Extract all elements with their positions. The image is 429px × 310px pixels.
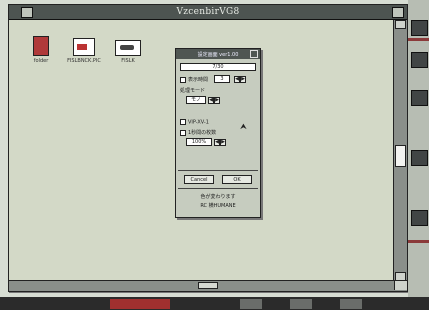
horizontal-scroll-thumb[interactable] xyxy=(198,282,218,289)
option-a-row[interactable]: VIP-XV-1 xyxy=(180,119,209,126)
option-b-checkbox[interactable] xyxy=(180,129,186,136)
horizontal-scrollbar[interactable] xyxy=(9,280,407,291)
bottom-taskbar xyxy=(0,297,429,310)
image-icon xyxy=(115,40,141,56)
side-divider xyxy=(408,38,429,41)
scroll-up-icon[interactable] xyxy=(395,20,406,29)
dialog-close-icon[interactable] xyxy=(250,50,258,58)
footer-line-2: RC 横HUMANE xyxy=(200,203,236,209)
right-arrow-icon[interactable]: ▶ xyxy=(240,76,246,83)
resize-handle-icon[interactable] xyxy=(394,281,407,290)
taskbar-icon[interactable] xyxy=(240,299,262,309)
field1-stepper[interactable]: ◀ ▶ xyxy=(234,75,248,83)
taskbar-icon[interactable] xyxy=(290,299,312,309)
field1-checkbox[interactable] xyxy=(180,76,186,83)
ok-button[interactable]: OK xyxy=(222,175,252,184)
side-app-icon[interactable] xyxy=(411,20,428,36)
option-b-value[interactable]: 100% xyxy=(186,138,212,146)
desktop-icon-label: FISLK xyxy=(121,58,135,64)
desktop-icon-label: folder xyxy=(33,58,49,64)
side-app-icon[interactable] xyxy=(411,150,428,166)
vertical-scroll-thumb[interactable] xyxy=(395,145,406,167)
field1-value[interactable]: 3 xyxy=(214,75,230,83)
taskbar-icon[interactable] xyxy=(340,299,362,309)
footer-line-1: 色が変わります xyxy=(200,194,236,200)
side-app-icon[interactable] xyxy=(411,52,428,68)
option-b-row[interactable]: 1秒間の枚数 xyxy=(180,129,216,136)
desktop-icon-label: FISLBNCK.PIC xyxy=(67,58,101,64)
right-side-panel xyxy=(408,0,429,310)
dialog-title: 設定画面 ver1.00 xyxy=(197,52,239,58)
mode-section-label: 処理モード xyxy=(180,88,206,94)
vertical-scrollbar[interactable] xyxy=(393,20,407,281)
side-divider xyxy=(408,240,429,243)
settings-dialog: 設定画面 ver1.00 7/30 表示時間 3 ◀ ▶ 処理モード モノ ◀ ▶ … xyxy=(175,48,261,218)
option-a-label: VIP-XV-1 xyxy=(188,119,209,126)
mode-stepper[interactable]: ◀ ▶ xyxy=(208,96,222,104)
side-app-icon[interactable] xyxy=(411,90,428,106)
dialog-titlebar[interactable]: 設定画面 ver1.00 xyxy=(176,49,260,59)
dialog-divider xyxy=(178,188,258,189)
thumbnail-strip[interactable] xyxy=(110,299,170,309)
top-field[interactable]: 7/30 xyxy=(180,63,256,71)
cancel-button[interactable]: Cancel xyxy=(184,175,214,184)
folder-icon xyxy=(33,36,49,56)
right-arrow-icon[interactable]: ▶ xyxy=(220,139,226,146)
main-window: VzcenbirVG8 folder FISLBNCK.PIC FISLK 設定… xyxy=(8,4,408,292)
document-icon xyxy=(73,38,95,56)
option-b-label: 1秒間の枚数 xyxy=(188,130,217,136)
field1-row: 表示時間 xyxy=(180,76,208,83)
side-app-icon[interactable] xyxy=(411,210,428,226)
option-a-checkbox[interactable] xyxy=(180,119,186,125)
zoom-box-icon[interactable] xyxy=(392,7,404,18)
field1-label: 表示時間 xyxy=(188,77,209,83)
window-titlebar[interactable]: VzcenbirVG8 xyxy=(9,5,407,20)
right-arrow-icon[interactable]: ▶ xyxy=(214,97,220,104)
dialog-divider xyxy=(178,170,258,171)
option-b-stepper[interactable]: ◀ ▶ xyxy=(214,138,228,146)
mode-value[interactable]: モノ xyxy=(186,96,206,104)
window-title: VzcenbirVG8 xyxy=(176,7,240,17)
desktop-icon-folder[interactable]: folder xyxy=(29,36,53,64)
mouse-cursor-icon: ⮝ xyxy=(240,122,247,131)
desktop-icon-image[interactable]: FISLK xyxy=(113,40,143,64)
desktop-icon-pic[interactable]: FISLBNCK.PIC xyxy=(61,38,107,64)
